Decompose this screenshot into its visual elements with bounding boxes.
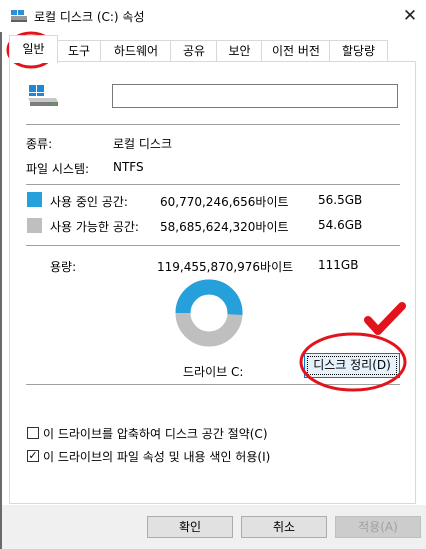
apply-button[interactable]: 적용(A): [335, 516, 421, 538]
drive-name-input[interactable]: [112, 84, 398, 108]
used-space-label: 사용 중인 공간:: [50, 195, 128, 209]
tab-security[interactable]: 보안: [216, 40, 263, 62]
used-space-bytes: 60,770,246,656바이트: [160, 195, 289, 209]
disk-cleanup-button[interactable]: 디스크 정리(D): [304, 353, 400, 378]
compress-checkbox[interactable]: [27, 427, 39, 439]
used-space-swatch: [27, 192, 42, 207]
index-label[interactable]: 이 드라이브의 파일 속성 및 내용 색인 허용(I): [43, 448, 270, 465]
window-left-border: [0, 32, 2, 549]
compress-label[interactable]: 이 드라이브를 압축하여 디스크 공간 절약(C): [43, 425, 268, 442]
tab-quota[interactable]: 할당량: [329, 40, 388, 62]
free-space-label: 사용 가능한 공간:: [50, 220, 139, 234]
filesystem-label: 파일 시스템:: [26, 162, 90, 176]
type-value: 로컬 디스크: [113, 137, 173, 151]
tab-tools[interactable]: 도구: [56, 40, 102, 62]
divider: [26, 124, 400, 125]
divider: [26, 245, 400, 246]
drive-caption: 드라이브 C:: [183, 365, 244, 379]
divider: [26, 384, 400, 385]
cancel-button[interactable]: 취소: [241, 516, 327, 538]
type-label: 종류:: [26, 137, 53, 151]
ok-button[interactable]: 확인: [147, 516, 233, 538]
window-title: 로컬 디스크 (C:) 속성: [34, 10, 145, 24]
used-space-size: 56.5GB: [318, 193, 363, 207]
capacity-size: 111GB: [318, 258, 359, 272]
divider: [26, 184, 400, 185]
free-space-bytes: 58,685,624,320바이트: [160, 220, 289, 234]
free-space-swatch: [27, 218, 42, 233]
free-space-size: 54.6GB: [318, 218, 363, 232]
tab-hardware[interactable]: 하드웨어: [100, 40, 172, 62]
drive-title-icon: [11, 10, 27, 22]
tab-sharing[interactable]: 공유: [170, 40, 218, 62]
index-checkbox[interactable]: ✓: [27, 450, 39, 462]
filesystem-value: NTFS: [113, 160, 144, 174]
capacity-bytes: 119,455,870,976바이트: [157, 260, 294, 274]
tab-previous-versions[interactable]: 이전 버전: [261, 40, 331, 62]
capacity-label: 용량:: [50, 260, 77, 274]
tab-general[interactable]: 일반: [9, 35, 58, 63]
close-button[interactable]: ✕: [398, 4, 422, 28]
usage-donut: [175, 279, 243, 347]
drive-icon: [28, 85, 58, 106]
